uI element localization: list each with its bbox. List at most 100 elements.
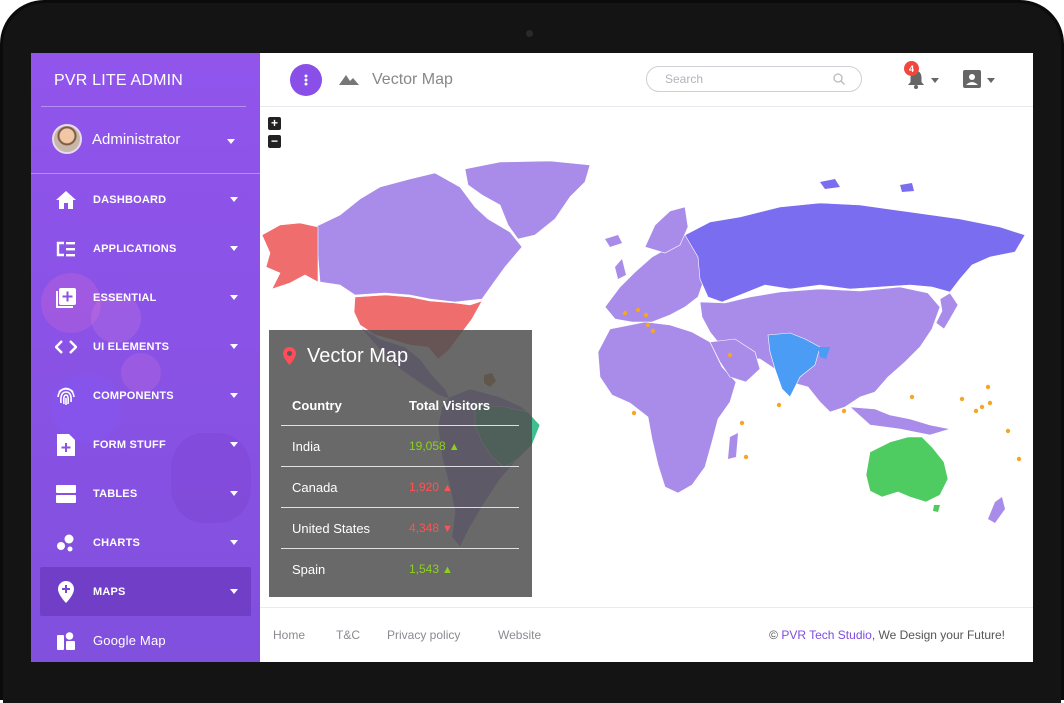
location-pin-icon <box>283 347 296 365</box>
map-marker[interactable] <box>635 307 641 313</box>
map-marker[interactable] <box>1005 428 1011 434</box>
visitor-count: 1,920 ▲ <box>409 480 453 494</box>
sidebar-item-label: MAPS <box>93 585 126 598</box>
top-header: Vector Map 4 <box>260 53 1033 107</box>
brand-title[interactable]: PVR LITE ADMIN <box>54 72 183 90</box>
footer: Home T&C Privacy policy Website © PVR Te… <box>260 607 1033 662</box>
table-row: India 19,058 ▲ <box>281 425 519 467</box>
copyright-brand-link[interactable]: PVR Tech Studio <box>781 628 872 642</box>
map-marker[interactable] <box>776 402 782 408</box>
table-header-row: Country Total Visitors <box>281 384 519 426</box>
sidebar-item-label: APPLICATIONS <box>93 242 177 255</box>
add-box-icon <box>55 287 77 309</box>
vector-map[interactable]: + − Vector Map Country Total Visitors In… <box>260 107 1033 607</box>
sidebar-item-label: COMPONENTS <box>93 389 174 402</box>
account-box-icon[interactable] <box>963 70 981 88</box>
map-marker[interactable] <box>985 384 991 390</box>
copyright: © PVR Tech Studio, We Design your Future… <box>769 628 1005 642</box>
table-row: United States 4,348 ▼ <box>281 507 519 549</box>
table-row: Canada 1,920 ▲ <box>281 466 519 508</box>
divider <box>41 106 246 107</box>
map-region-alaska[interactable] <box>261 222 319 290</box>
panel-title: Vector Map <box>307 345 409 367</box>
sidebar-item-label: UI ELEMENTS <box>93 340 170 353</box>
sidebar-item-label: DASHBOARD <box>93 193 167 206</box>
chevron-down-icon <box>230 442 238 447</box>
user-menu-caret-icon[interactable] <box>227 139 235 144</box>
map-marker[interactable] <box>622 310 628 316</box>
map-marker[interactable] <box>645 322 651 328</box>
camera-icon <box>526 30 533 37</box>
column-header-country: Country <box>292 398 342 413</box>
footer-link-home[interactable]: Home <box>273 628 305 642</box>
map-region-uk[interactable] <box>615 259 626 279</box>
map-marker[interactable] <box>841 408 847 414</box>
map-region-north-islands[interactable] <box>820 179 914 192</box>
map-marker[interactable] <box>650 328 656 334</box>
sidebar-item-label: FORM STUFF <box>93 438 166 451</box>
copyright-symbol: © <box>769 628 778 642</box>
sidebar-item-label: ESSENTIAL <box>93 291 157 304</box>
table-row: Spain 1,543 ▲ <box>281 548 519 589</box>
divider <box>31 173 260 174</box>
map-marker[interactable] <box>979 404 985 410</box>
account-caret-icon[interactable] <box>987 78 995 83</box>
map-marker[interactable] <box>739 420 745 426</box>
map-region-indonesia[interactable] <box>849 406 951 436</box>
map-pin-icon <box>55 580 77 603</box>
page-title: Vector Map <box>372 71 453 88</box>
map-marker[interactable] <box>959 396 965 402</box>
home-icon <box>55 189 77 211</box>
list-icon <box>55 238 77 260</box>
map-marker[interactable] <box>631 410 637 416</box>
sidebar-item-label: TABLES <box>93 487 138 500</box>
map-region-iceland[interactable] <box>605 235 622 247</box>
footer-link-terms[interactable]: T&C <box>336 628 360 642</box>
country-name: Spain <box>292 562 326 577</box>
avatar[interactable] <box>52 124 82 154</box>
map-marker[interactable] <box>1016 456 1022 462</box>
more-vert-button[interactable] <box>290 64 322 96</box>
sidebar: PVR LITE ADMIN Administrator DASHBOARD A… <box>31 53 260 662</box>
sidebar-item-components[interactable]: COMPONENTS <box>31 371 260 420</box>
map-region-japan[interactable] <box>935 292 959 330</box>
notifications-caret-icon[interactable] <box>931 78 939 83</box>
sidebar-item-essential[interactable]: ESSENTIAL <box>31 273 260 322</box>
map-region-australia[interactable] <box>865 436 949 503</box>
search-box[interactable] <box>646 66 862 92</box>
user-profile[interactable]: Administrator <box>52 124 180 154</box>
landscape-icon <box>339 75 359 85</box>
map-region-new-zealand[interactable] <box>988 497 1005 523</box>
sidebar-item-maps[interactable]: MAPS <box>40 567 251 616</box>
sidebar-item-dashboard[interactable]: DASHBOARD <box>31 175 260 224</box>
sidebar-item-applications[interactable]: APPLICATIONS <box>31 224 260 273</box>
sidebar-item-tables[interactable]: TABLES <box>31 469 260 518</box>
table-icon <box>55 483 77 505</box>
google-map-icon <box>55 630 77 652</box>
map-marker[interactable] <box>987 400 993 406</box>
search-input[interactable] <box>663 71 827 87</box>
form-icon <box>55 433 77 456</box>
sidebar-subitem-google-map[interactable]: Google Map <box>31 616 260 662</box>
sidebar-item-ui-elements[interactable]: UI ELEMENTS <box>31 322 260 371</box>
footer-link-privacy[interactable]: Privacy policy <box>387 628 460 642</box>
sidebar-item-charts[interactable]: CHARTS <box>31 518 260 567</box>
chevron-down-icon <box>230 491 238 496</box>
map-marker[interactable] <box>973 408 979 414</box>
visitor-count: 19,058 ▲ <box>409 439 460 453</box>
country-name: Canada <box>292 480 338 495</box>
map-marker[interactable] <box>909 394 915 400</box>
user-name[interactable]: Administrator <box>92 131 180 148</box>
map-region-madagascar[interactable] <box>728 433 738 459</box>
notification-badge[interactable]: 4 <box>904 61 919 76</box>
map-marker[interactable] <box>643 312 649 318</box>
map-region-tasmania[interactable] <box>933 505 940 512</box>
sidebar-item-form-stuff[interactable]: FORM STUFF <box>31 420 260 469</box>
search-icon[interactable] <box>833 73 845 85</box>
fingerprint-icon <box>55 385 77 407</box>
map-marker[interactable] <box>727 352 733 358</box>
map-region-russia[interactable] <box>684 202 1026 303</box>
map-marker[interactable] <box>743 454 749 460</box>
app-screen: PVR LITE ADMIN Administrator DASHBOARD A… <box>31 53 1033 662</box>
footer-link-website[interactable]: Website <box>498 628 541 642</box>
